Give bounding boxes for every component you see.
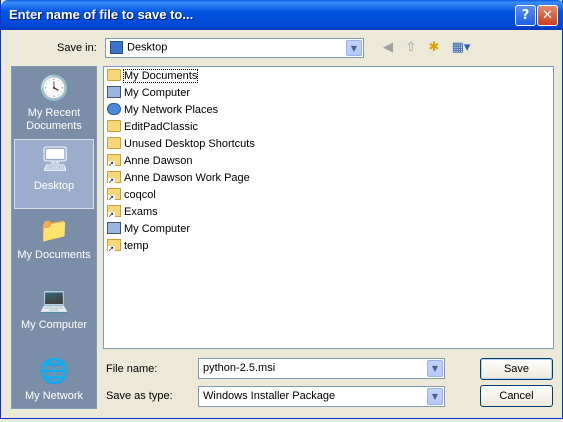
list-item[interactable]: Exams bbox=[107, 205, 158, 222]
list-item[interactable]: My Network Places bbox=[107, 103, 218, 120]
place-label: Desktop bbox=[33, 180, 75, 192]
chevron-down-icon[interactable]: ▼ bbox=[427, 388, 443, 405]
place-my-network[interactable]: 🌐 My Network bbox=[14, 352, 94, 422]
recent-documents-icon: 🕓 bbox=[39, 74, 69, 102]
my-computer-icon: 💻 bbox=[39, 286, 69, 314]
save-in-value-wrap: Desktop bbox=[110, 41, 167, 54]
computer-shortcut-icon bbox=[107, 222, 121, 235]
desktop-icon: 🖥 bbox=[40, 145, 71, 173]
list-item[interactable]: Anne Dawson Work Page bbox=[107, 171, 250, 188]
list-item[interactable]: My Computer bbox=[107, 86, 190, 103]
save-as-type-dropdown[interactable]: Windows Installer Package ▼ bbox=[198, 386, 445, 407]
place-my-documents[interactable]: 📁 My Documents bbox=[14, 211, 94, 281]
file-name-label: File name: bbox=[106, 363, 158, 375]
back-icon[interactable]: ◀ bbox=[379, 39, 397, 57]
save-dialog: Enter name of file to save to... ? ✕ Sav… bbox=[0, 0, 563, 419]
computer-icon bbox=[107, 86, 121, 99]
file-name-field[interactable]: python-2.5.msi ▼ bbox=[198, 358, 445, 379]
new-folder-icon[interactable]: ✱ bbox=[425, 39, 443, 57]
place-label: My Network bbox=[24, 390, 84, 402]
save-button[interactable]: Save bbox=[480, 358, 553, 380]
my-documents-icon: 📁 bbox=[39, 216, 69, 244]
file-name-value: python-2.5.msi bbox=[203, 362, 276, 374]
folder-shortcut-icon bbox=[107, 154, 121, 169]
close-button[interactable]: ✕ bbox=[537, 5, 558, 26]
folder-shortcut-icon bbox=[107, 171, 121, 186]
save-in-value: Desktop bbox=[127, 41, 168, 54]
list-item[interactable]: My Documents bbox=[107, 69, 199, 86]
cancel-button[interactable]: Cancel bbox=[480, 385, 553, 407]
folder-shortcut-icon bbox=[107, 188, 121, 203]
save-in-dropdown[interactable]: Desktop ▼ bbox=[105, 38, 364, 58]
list-item[interactable]: EditPadClassic bbox=[107, 120, 198, 137]
network-places-icon bbox=[107, 103, 121, 116]
place-label: My Recent Documents bbox=[26, 107, 82, 132]
place-label: My Documents bbox=[17, 249, 91, 261]
place-my-computer[interactable]: 💻 My Computer bbox=[14, 281, 94, 351]
title-bar[interactable]: Enter name of file to save to... ? ✕ bbox=[1, 0, 563, 30]
folder-icon bbox=[107, 69, 121, 82]
place-desktop[interactable]: 🖥 Desktop bbox=[14, 139, 94, 209]
list-item[interactable]: My Computer bbox=[107, 222, 190, 239]
folder-shortcut-icon bbox=[107, 205, 121, 220]
place-label: My Computer bbox=[20, 319, 88, 331]
folder-shortcut-icon bbox=[107, 239, 121, 254]
desktop-small-icon bbox=[110, 41, 123, 54]
places-bar: 🕓 My Recent Documents 🖥 Desktop 📁 My Doc… bbox=[11, 66, 97, 409]
window-title: Enter name of file to save to... bbox=[9, 7, 194, 22]
place-my-recent-documents[interactable]: 🕓 My Recent Documents bbox=[14, 69, 94, 139]
chevron-down-icon[interactable]: ▼ bbox=[346, 40, 362, 56]
up-folder-icon[interactable]: ⇧ bbox=[402, 39, 420, 57]
save-as-type-value: Windows Installer Package bbox=[203, 390, 336, 402]
chevron-down-icon[interactable]: ▼ bbox=[427, 360, 443, 377]
list-item[interactable]: Unused Desktop Shortcuts bbox=[107, 137, 255, 154]
save-as-type-label: Save as type: bbox=[106, 390, 173, 402]
file-list[interactable]: My Documents My Computer My Network Plac… bbox=[103, 66, 554, 349]
folder-icon bbox=[107, 137, 121, 150]
help-button[interactable]: ? bbox=[515, 5, 536, 26]
list-item[interactable]: Anne Dawson bbox=[107, 154, 193, 171]
folder-icon bbox=[107, 120, 121, 133]
list-item[interactable]: coqcol bbox=[107, 188, 156, 205]
views-menu-icon[interactable]: ▦▾ bbox=[449, 39, 473, 57]
list-item[interactable]: temp bbox=[107, 239, 148, 256]
my-network-icon: 🌐 bbox=[39, 357, 69, 385]
save-in-label: Save in: bbox=[57, 42, 97, 54]
